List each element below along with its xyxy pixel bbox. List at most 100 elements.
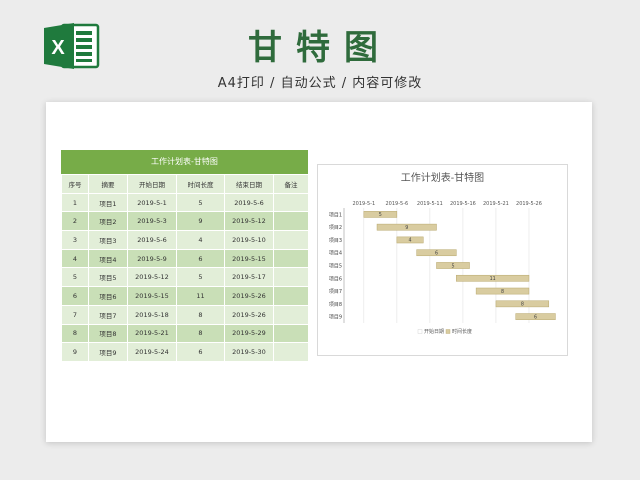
table-row: 1 项目1 2019-5-1 5 2019-5-6 xyxy=(61,192,309,213)
y-category-label: 项目7 xyxy=(329,289,342,295)
table-cell: 2 xyxy=(61,211,89,232)
x-tick-label: 2019-5-26 xyxy=(516,201,542,207)
table-cell: 8 xyxy=(61,323,89,344)
legend-label-duration: 时间长度 xyxy=(452,328,472,335)
table-cell xyxy=(273,211,309,232)
y-category-label: 项目8 xyxy=(329,302,342,308)
table-header-row: 序号 摘要 开始日期 时间长度 结束日期 备注 xyxy=(61,174,309,194)
table-cell: 6 xyxy=(176,248,225,269)
table-cell: 2019-5-18 xyxy=(127,304,177,325)
table-row: 6 项目6 2019-5-15 11 2019-5-26 xyxy=(61,286,309,306)
bar-data-label: 9 xyxy=(405,225,408,231)
x-tick-label: 2019-5-6 xyxy=(385,201,408,207)
plan-table: 工作计划表-甘特图 序号 摘要 开始日期 时间长度 结束日期 备注 1 项目1 20… xyxy=(61,150,309,362)
table-row: 9 项目9 2019-5-24 6 2019-5-30 xyxy=(61,342,309,362)
table-cell: 2019-5-21 xyxy=(127,323,177,344)
table-cell: 2019-5-30 xyxy=(224,342,274,362)
table-cell: 项目8 xyxy=(88,323,128,344)
table-cell: 9 xyxy=(61,342,89,362)
table-row: 3 项目3 2019-5-6 4 2019-5-10 xyxy=(61,230,309,250)
legend-swatch-start xyxy=(417,329,423,334)
column-header: 备注 xyxy=(273,174,309,194)
table-cell: 项目5 xyxy=(88,267,128,288)
table-cell: 5 xyxy=(176,267,225,288)
table-cell: 2019-5-6 xyxy=(224,192,274,213)
table-cell: 2019-5-3 xyxy=(127,211,177,232)
bar-data-label: 11 xyxy=(490,276,496,282)
sheet-card: 工作计划表-甘特图 序号 摘要 开始日期 时间长度 结束日期 备注 1 项目1 20… xyxy=(46,102,592,442)
table-cell xyxy=(273,304,309,325)
table-cell: 2019-5-26 xyxy=(224,286,274,306)
page-subtitle: A4打印 / 自动公式 / 内容可修改 xyxy=(217,76,423,91)
gantt-chart: 工作计划表-甘特图 2019-5-1 2019-5-6 2019-5-11 2019-5… xyxy=(317,164,568,356)
x-tick-label: 2019-5-16 xyxy=(450,201,476,207)
table-row: 2 项目2 2019-5-3 9 2019-5-12 xyxy=(61,211,309,232)
column-header: 开始日期 xyxy=(127,174,177,194)
column-header: 序号 xyxy=(61,174,89,194)
table-cell xyxy=(273,230,309,250)
table-cell: 3 xyxy=(61,230,89,250)
table-cell xyxy=(273,323,309,344)
page-title: 甘特图 xyxy=(248,28,392,68)
table-cell: 2019-5-15 xyxy=(127,286,177,306)
bar-data-label: 5 xyxy=(379,212,382,218)
table-cell: 项目2 xyxy=(88,211,128,232)
table-cell xyxy=(273,248,309,269)
table-cell: 7 xyxy=(61,304,89,325)
table-cell: 2019-5-6 xyxy=(127,230,177,250)
bar-data-label: 4 xyxy=(409,238,412,244)
table-row: 8 项目8 2019-5-21 8 2019-5-29 xyxy=(61,323,309,344)
table-cell: 6 xyxy=(61,286,89,306)
table-cell xyxy=(273,286,309,306)
table-row: 4 项目4 2019-5-9 6 2019-5-15 xyxy=(61,248,309,269)
table-cell: 2019-5-12 xyxy=(127,267,177,288)
table-cell: 2019-5-24 xyxy=(127,342,177,362)
table-cell xyxy=(273,342,309,362)
table-cell: 4 xyxy=(61,248,89,269)
table-cell: 2019-5-9 xyxy=(127,248,177,269)
bar-data-label: 6 xyxy=(534,314,537,320)
table-cell: 9 xyxy=(176,211,225,232)
legend-swatch-duration xyxy=(445,329,451,334)
bar-data-label: 8 xyxy=(501,289,504,295)
table-row: 5 项目5 2019-5-12 5 2019-5-17 xyxy=(61,267,309,288)
table-cell: 2019-5-15 xyxy=(224,248,274,269)
table-cell: 1 xyxy=(61,192,89,213)
y-category-label: 项目6 xyxy=(329,276,342,282)
x-tick-label: 2019-5-1 xyxy=(352,201,375,207)
bar-data-label: 5 xyxy=(451,263,454,269)
table-cell: 项目1 xyxy=(88,192,128,213)
table-cell: 2019-5-1 xyxy=(127,192,177,213)
bar-data-label: 8 xyxy=(521,302,524,308)
table-cell: 2019-5-17 xyxy=(224,267,274,288)
y-category-label: 项目9 xyxy=(329,315,342,321)
legend-label-start: 开始日期 xyxy=(424,328,444,335)
table-cell: 2019-5-10 xyxy=(224,230,274,250)
table-cell: 项目3 xyxy=(88,230,128,250)
table-row: 7 项目7 2019-5-18 8 2019-5-26 xyxy=(61,304,309,325)
y-category-label: 项目5 xyxy=(329,264,342,270)
bar-data-label: 6 xyxy=(435,251,438,257)
column-header: 摘要 xyxy=(88,174,128,194)
y-category-label: 项目3 xyxy=(329,238,342,244)
table-cell: 2019-5-29 xyxy=(224,323,274,344)
table-cell: 6 xyxy=(176,342,225,362)
x-tick-label: 2019-5-21 xyxy=(483,201,509,207)
table-cell: 5 xyxy=(61,267,89,288)
column-header: 时间长度 xyxy=(176,174,225,194)
table-cell: 8 xyxy=(176,304,225,325)
table-cell: 8 xyxy=(176,323,225,344)
table-cell: 项目4 xyxy=(88,248,128,269)
table-cell xyxy=(273,267,309,288)
y-category-label: 项目4 xyxy=(329,251,342,257)
gantt-chart-svg: 工作计划表-甘特图 2019-5-1 2019-5-6 2019-5-11 2019-5… xyxy=(329,171,556,335)
y-category-label: 项目2 xyxy=(329,225,342,231)
table-cell: 2019-5-26 xyxy=(224,304,274,325)
y-category-label: 项目1 xyxy=(329,212,342,218)
table-cell: 4 xyxy=(176,230,225,250)
table-cell xyxy=(273,192,309,213)
table-cell: 11 xyxy=(176,286,225,306)
table-cell: 2019-5-12 xyxy=(224,211,274,232)
table-cell: 项目7 xyxy=(88,304,128,325)
table-cell: 项目6 xyxy=(88,286,128,306)
